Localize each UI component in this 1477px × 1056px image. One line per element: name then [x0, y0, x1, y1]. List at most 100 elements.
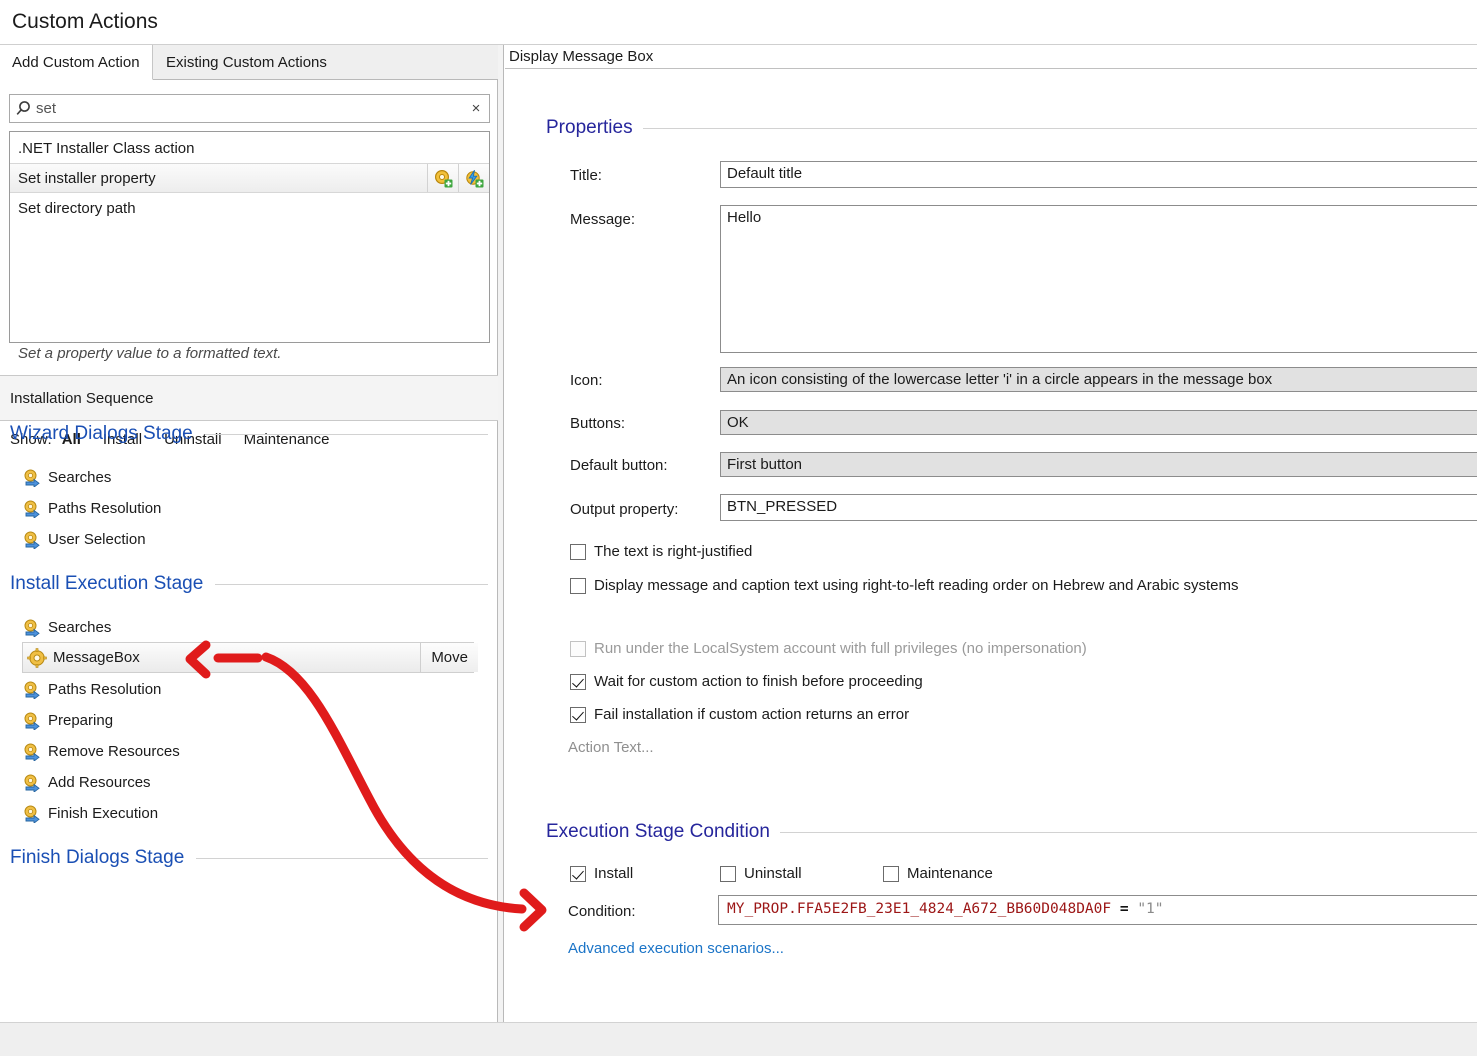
stage-check-uninstall[interactable]: Uninstall — [720, 865, 802, 882]
section-title: Properties — [546, 117, 633, 139]
checkbox[interactable] — [570, 866, 586, 882]
section-rule — [780, 832, 1477, 833]
message-textarea[interactable]: Hello — [720, 205, 1477, 353]
execution-stage-condition-heading: Execution Stage Condition — [546, 821, 1477, 843]
list-item-selected[interactable]: Set installer property — [10, 163, 489, 193]
left-panel: Add Custom Action Existing Custom Action… — [0, 45, 498, 1022]
selection-hint: Set a property value to a formatted text… — [18, 345, 281, 362]
checkbox[interactable] — [570, 707, 586, 723]
condition-input[interactable]: MY_PROP.FFA5E2FB_23E1_4824_A672_BB60D048… — [718, 895, 1477, 925]
action-arrow-icon — [22, 531, 48, 549]
stage-title: Install Execution Stage — [10, 573, 203, 595]
stage-heading-finish-dialogs: Finish Dialogs Stage — [10, 847, 488, 869]
sequence-item-label: Searches — [48, 619, 111, 636]
checkbox — [570, 641, 586, 657]
list-item[interactable]: .NET Installer Class action — [10, 133, 489, 163]
sequence-item-remove-resources[interactable]: Remove Resources — [22, 736, 488, 767]
tab-existing-custom-actions[interactable]: Existing Custom Actions — [154, 45, 339, 80]
action-arrow-icon — [22, 774, 48, 792]
sequence-item-user-selection[interactable]: User Selection — [22, 524, 488, 555]
checkbox[interactable] — [570, 544, 586, 560]
checkbox[interactable] — [883, 866, 899, 882]
sequence-item-label: Paths Resolution — [48, 681, 161, 698]
sequence-item-add-resources[interactable]: Add Resources — [22, 767, 488, 798]
icon-combobox[interactable]: An icon consisting of the lowercase lett… — [720, 367, 1477, 392]
sequence-item-finish-execution[interactable]: Finish Execution — [22, 798, 488, 829]
window-title-bar: Custom Actions — [0, 0, 1477, 45]
message-label: Message: — [570, 211, 635, 228]
stage-rule — [215, 584, 488, 585]
stage-check-label: Uninstall — [744, 865, 802, 882]
stage-check-install[interactable]: Install — [570, 865, 633, 882]
add-event-action-icon[interactable] — [458, 164, 489, 192]
sequence-item-label: Searches — [48, 469, 111, 486]
title-input[interactable]: Default title — [720, 161, 1477, 188]
page-title: Custom Actions — [12, 10, 158, 34]
clear-search-icon[interactable]: × — [463, 100, 489, 117]
sequence-item-paths-resolution-install[interactable]: Paths Resolution — [22, 674, 488, 705]
installation-sequence-header: Installation Sequence — [0, 376, 498, 421]
buttons-value: OK — [727, 414, 749, 431]
output-property-label: Output property: — [570, 501, 678, 518]
installation-sequence-label: Installation Sequence — [10, 390, 153, 407]
add-custom-action-icon[interactable] — [427, 164, 458, 192]
title-label: Title: — [570, 167, 602, 184]
option-fail-on-error[interactable]: Fail installation if custom action retur… — [570, 706, 909, 723]
list-item[interactable]: Set directory path — [10, 193, 489, 223]
default-button-combobox[interactable]: First button — [720, 452, 1477, 477]
stage-title: Finish Dialogs Stage — [10, 847, 184, 869]
stage-rule — [196, 858, 488, 859]
buttons-combobox[interactable]: OK — [720, 410, 1477, 435]
sequence-item-label: Finish Execution — [48, 805, 158, 822]
tab-label: Existing Custom Actions — [166, 54, 327, 71]
title-value: Default title — [727, 165, 802, 182]
action-text-link[interactable]: Action Text... — [568, 739, 654, 756]
checkbox[interactable] — [570, 674, 586, 690]
sequence-item-paths-resolution-wizard[interactable]: Paths Resolution — [22, 493, 488, 524]
stage-check-maintenance[interactable]: Maintenance — [883, 865, 993, 882]
icon-value: An icon consisting of the lowercase lett… — [727, 371, 1272, 388]
condition-label: Condition: — [568, 903, 636, 920]
list-item-label: .NET Installer Class action — [18, 140, 194, 157]
condition-property: MY_PROP.FFA5E2FB_23E1_4824_A672_BB60D048… — [727, 901, 1111, 917]
search-box[interactable]: set × — [9, 94, 490, 123]
option-wait-for-finish[interactable]: Wait for custom action to finish before … — [570, 673, 923, 690]
detail-header-label: Display Message Box — [509, 48, 653, 65]
tab-strip: Add Custom Action Existing Custom Action… — [0, 45, 498, 80]
action-arrow-icon — [22, 469, 48, 487]
sequence-item-label: Preparing — [48, 712, 113, 729]
properties-section-heading: Properties — [546, 117, 1477, 139]
move-button[interactable]: Move — [420, 643, 478, 672]
action-arrow-icon — [22, 619, 48, 637]
sequence-item-searches-install[interactable]: Searches — [22, 612, 488, 643]
sequence-item-label: Add Resources — [48, 774, 151, 791]
default-button-label: Default button: — [570, 457, 668, 474]
option-right-justified[interactable]: The text is right-justified — [570, 543, 752, 560]
sequence-item-searches-wizard[interactable]: Searches — [22, 462, 488, 493]
option-label: Fail installation if custom action retur… — [594, 706, 909, 723]
checkbox[interactable] — [720, 866, 736, 882]
sequence-item-messagebox[interactable]: MessageBox Move — [22, 642, 474, 673]
sequence-item-label: User Selection — [48, 531, 146, 548]
option-label: Display message and caption text using r… — [594, 577, 1239, 594]
sequence-item-preparing[interactable]: Preparing — [22, 705, 488, 736]
checkbox[interactable] — [570, 578, 586, 594]
search-results-list[interactable]: .NET Installer Class action Set installe… — [9, 131, 490, 343]
section-title: Execution Stage Condition — [546, 821, 770, 843]
tab-add-custom-action[interactable]: Add Custom Action — [0, 45, 153, 80]
action-arrow-icon — [22, 500, 48, 518]
buttons-label: Buttons: — [570, 415, 625, 432]
advanced-execution-scenarios-link[interactable]: Advanced execution scenarios... — [568, 940, 784, 957]
output-property-input[interactable]: BTN_PRESSED — [720, 494, 1477, 521]
section-rule — [643, 128, 1477, 129]
search-icon — [10, 100, 36, 117]
condition-operator: = — [1120, 901, 1129, 917]
icon-label: Icon: — [570, 372, 603, 389]
search-input[interactable]: set — [36, 100, 463, 117]
option-rtl-reading-order[interactable]: Display message and caption text using r… — [570, 577, 1239, 594]
output-property-value: BTN_PRESSED — [727, 498, 837, 515]
list-item-label: Set directory path — [18, 200, 136, 217]
panel-splitter[interactable] — [498, 45, 504, 1022]
stage-title: Wizard Dialogs Stage — [10, 423, 193, 445]
message-value: Hello — [727, 209, 761, 226]
